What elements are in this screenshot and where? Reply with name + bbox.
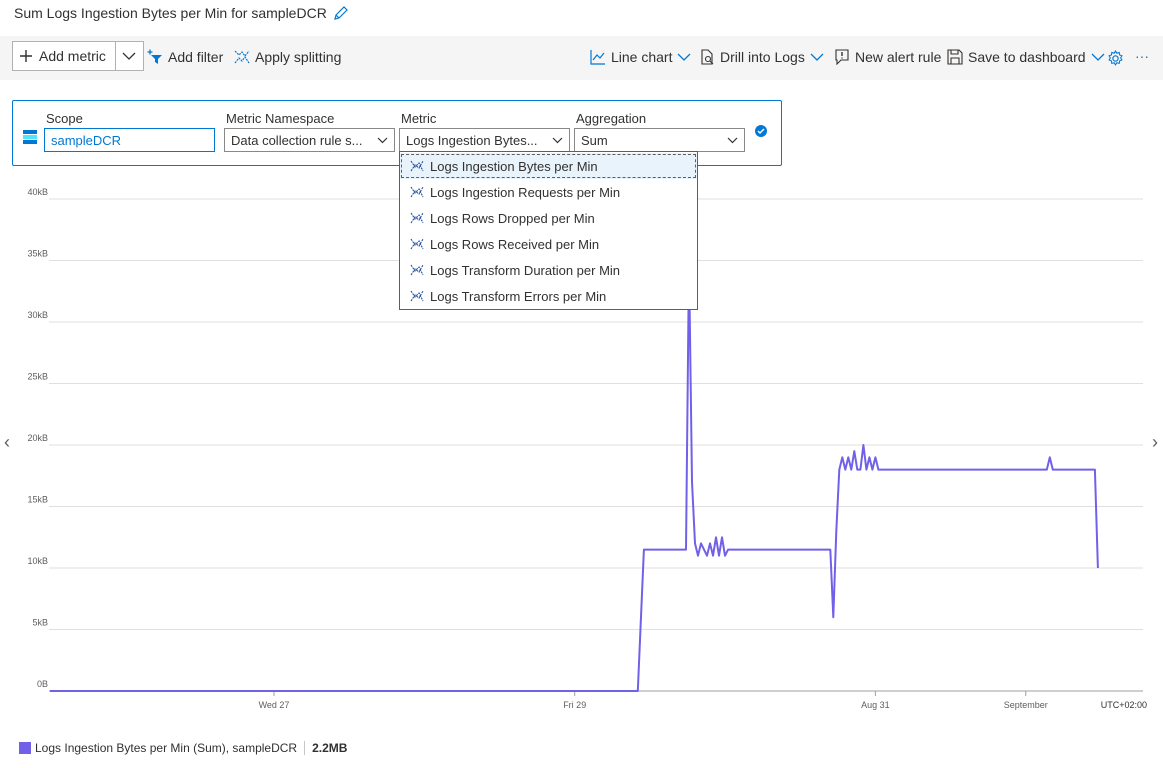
line-chart-icon: [590, 50, 605, 65]
metric-namespace-value: Data collection rule s...: [231, 132, 363, 148]
y-tick-label: 0B: [37, 679, 48, 689]
drill-into-logs-label: Drill into Logs: [720, 49, 805, 65]
legend-label: Logs Ingestion Bytes per Min (Sum), samp…: [35, 741, 298, 755]
scope-field[interactable]: sampleDCR: [44, 128, 215, 152]
alert-icon: [835, 49, 849, 65]
metric-namespace-label: Metric Namespace: [226, 111, 335, 126]
metric-option-label: Logs Ingestion Bytes per Min: [430, 158, 598, 174]
metric-icon: [410, 290, 424, 302]
metric-icon: [410, 160, 424, 172]
checkmark-confirm-icon[interactable]: [754, 124, 768, 138]
aggregation-value: Sum: [581, 132, 608, 148]
legend-total-value: 2.2MB: [312, 741, 348, 755]
line-chart-button[interactable]: Line chart: [590, 49, 691, 65]
metric-dropdown-list: Logs Ingestion Bytes per Min Logs Ingest…: [399, 151, 698, 310]
metric-option[interactable]: Logs Ingestion Bytes per Min: [400, 153, 697, 179]
x-tick-label: Wed 27: [259, 700, 290, 710]
chevron-right-icon[interactable]: ›: [1152, 432, 1158, 453]
save-to-dashboard-button[interactable]: Save to dashboard: [947, 49, 1105, 65]
y-tick-label: 5kB: [32, 618, 48, 628]
document-search-icon: [701, 49, 714, 65]
add-filter-button[interactable]: Add filter: [147, 49, 223, 65]
dcr-resource-icon: [23, 130, 37, 144]
plus-icon: [20, 50, 32, 62]
chevron-down-icon: [552, 137, 563, 143]
chevron-down-icon: [1091, 53, 1104, 61]
add-metric-dropdown-button[interactable]: [116, 42, 143, 70]
metric-option[interactable]: Logs Rows Dropped per Min: [400, 205, 697, 231]
metric-label: Metric: [401, 111, 437, 126]
metric-select[interactable]: Logs Ingestion Bytes...: [399, 128, 570, 152]
series-line: [50, 259, 1099, 692]
scope-value: sampleDCR: [51, 132, 122, 148]
new-alert-rule-label: New alert rule: [855, 49, 942, 65]
metric-value: Logs Ingestion Bytes...: [406, 132, 538, 148]
y-tick-label: 20kB: [27, 433, 48, 443]
chevron-left-icon[interactable]: ‹: [4, 432, 10, 453]
new-alert-rule-button[interactable]: New alert rule: [834, 49, 941, 65]
metric-option[interactable]: Logs Transform Errors per Min: [400, 283, 697, 309]
metric-icon: [410, 264, 424, 276]
metric-option[interactable]: Logs Rows Received per Min: [400, 231, 697, 257]
add-metric-button[interactable]: Add metric: [13, 42, 116, 70]
metric-option-label: Logs Ingestion Requests per Min: [430, 184, 621, 200]
aggregation-select[interactable]: Sum: [574, 128, 745, 152]
y-tick-label: 25kB: [27, 372, 48, 382]
apply-splitting-label: Apply splitting: [255, 49, 342, 65]
x-tick-label: Aug 31: [861, 700, 890, 710]
splitting-icon: [234, 50, 250, 64]
metric-option[interactable]: Logs Ingestion Requests per Min: [400, 179, 697, 205]
x-tick-label: Fri 29: [563, 700, 586, 710]
drill-into-logs-button[interactable]: Drill into Logs: [699, 49, 824, 65]
metric-option-label: Logs Rows Dropped per Min: [430, 210, 595, 226]
metric-icon: [410, 238, 424, 250]
scope-label: Scope: [46, 111, 83, 126]
legend-swatch: [19, 742, 31, 754]
filter-plus-icon: [147, 49, 162, 64]
gear-icon[interactable]: [1107, 50, 1124, 67]
metric-option-label: Logs Rows Received per Min: [430, 236, 600, 252]
chevron-down-icon: [810, 53, 824, 61]
edit-pencil-icon[interactable]: [333, 5, 349, 21]
add-metric-split-button[interactable]: Add metric: [12, 41, 144, 71]
timezone-label: UTC+02:00: [1101, 700, 1147, 710]
chart-title-text: Sum Logs Ingestion Bytes per Min for sam…: [14, 5, 327, 21]
add-metric-label: Add metric: [39, 48, 106, 64]
aggregation-label: Aggregation: [576, 111, 647, 126]
y-tick-label: 40kB: [27, 187, 48, 197]
metric-option-label: Logs Transform Errors per Min: [430, 288, 607, 304]
chevron-down-icon: [678, 53, 691, 61]
metric-icon: [410, 212, 424, 224]
metric-option-label: Logs Transform Duration per Min: [430, 262, 621, 278]
legend-divider: [304, 741, 306, 755]
metric-option[interactable]: Logs Transform Duration per Min: [400, 257, 697, 283]
x-tick-label: September: [1004, 700, 1048, 710]
chart-legend[interactable]: Logs Ingestion Bytes per Min (Sum), samp…: [19, 741, 347, 755]
y-tick-label: 35kB: [27, 249, 48, 259]
save-icon: [947, 49, 963, 65]
chart-title: Sum Logs Ingestion Bytes per Min for sam…: [14, 5, 349, 21]
y-tick-label: 15kB: [27, 495, 48, 505]
apply-splitting-button[interactable]: Apply splitting: [234, 49, 341, 65]
add-filter-label: Add filter: [168, 49, 224, 65]
chevron-down-icon: [727, 137, 738, 143]
line-chart-label: Line chart: [611, 49, 673, 65]
more-options-button[interactable]: ···: [1135, 48, 1149, 64]
chevron-down-icon: [377, 137, 388, 143]
metric-namespace-select[interactable]: Data collection rule s...: [224, 128, 395, 152]
y-tick-label: 30kB: [27, 310, 48, 320]
y-tick-label: 10kB: [27, 556, 48, 566]
toolbar: Add metric Add filter Apply splitting Li…: [0, 36, 1163, 80]
chevron-down-icon: [122, 52, 136, 60]
metric-icon: [410, 186, 424, 198]
save-to-dashboard-label: Save to dashboard: [968, 49, 1086, 65]
